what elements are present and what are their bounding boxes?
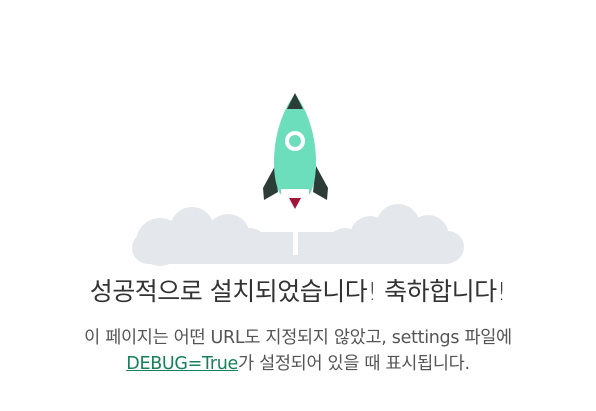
description-line-1: 이 페이지는 어떤 URL도 지정되지 않았고, settings 파일에 — [84, 328, 512, 348]
exhaust-trail — [293, 205, 298, 255]
page-description: 이 페이지는 어떤 URL도 지정되지 않았고, settings 파일에 DE… — [20, 325, 576, 377]
page-title: 성공적으로 설치되었습니다! 축하합니다! — [89, 277, 507, 306]
rocket-icon — [263, 93, 328, 209]
rocket-illustration — [132, 93, 464, 266]
install-success-page: 성공적으로 설치되었습니다! 축하합니다! 이 페이지는 어떤 URL도 지정되… — [0, 0, 596, 411]
debug-setting-link[interactable]: DEBUG=True — [126, 354, 238, 374]
description-line-2: 가 설정되어 있을 때 표시됩니다. — [238, 354, 470, 374]
